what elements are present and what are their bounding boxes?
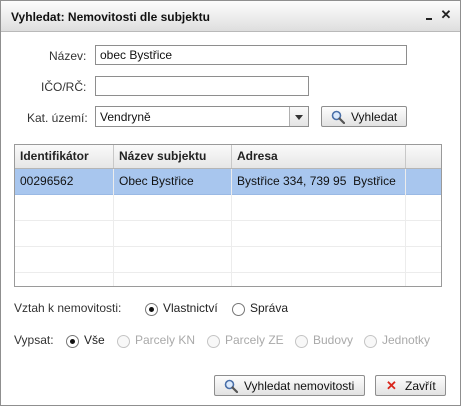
radio-vse-label[interactable]: Vše bbox=[84, 333, 105, 347]
radio-jednotky[interactable] bbox=[364, 335, 377, 348]
radio-parcely-kn[interactable] bbox=[117, 335, 130, 348]
col-header-adresa[interactable]: Adresa bbox=[232, 145, 406, 168]
name-label: Název: bbox=[49, 49, 87, 63]
kat-select-value: Vendryně bbox=[100, 110, 151, 124]
radio-sprava-label[interactable]: Správa bbox=[250, 301, 288, 315]
search-properties-label: Vyhledat nemovitosti bbox=[244, 379, 355, 393]
title-bar: Vyhledat: Nemovitosti dle subjektu ✕ bbox=[1, 1, 460, 32]
close-button[interactable]: ✕ Zavřít bbox=[375, 375, 446, 396]
cell-name: Obec Bystřice bbox=[119, 174, 194, 188]
table-row-empty bbox=[15, 195, 441, 221]
radio-vlastnictvi[interactable] bbox=[145, 303, 158, 316]
kat-select[interactable]: Vendryně bbox=[95, 106, 309, 127]
ico-input[interactable] bbox=[95, 76, 309, 96]
minimize-icon[interactable] bbox=[421, 7, 437, 23]
search-icon bbox=[331, 110, 345, 124]
results-grid: Identifikátor Název subjektu Adresa 0029… bbox=[14, 144, 442, 287]
search-button[interactable]: Vyhledat bbox=[321, 106, 407, 127]
close-x-icon: ✕ bbox=[386, 378, 397, 393]
name-input[interactable] bbox=[95, 45, 407, 65]
radio-vse[interactable] bbox=[66, 335, 79, 348]
col-header-identifikator[interactable]: Identifikátor bbox=[15, 145, 114, 168]
radio-parcely-ze[interactable] bbox=[207, 335, 220, 348]
radio-sprava[interactable] bbox=[232, 303, 245, 316]
radio-parcely-kn-label[interactable]: Parcely KN bbox=[135, 333, 195, 347]
dialog-title: Vyhledat: Nemovitosti dle subjektu bbox=[11, 10, 210, 24]
search-icon bbox=[224, 379, 238, 393]
relation-label: Vztah k nemovitosti: bbox=[14, 301, 122, 315]
grid-divider bbox=[113, 169, 114, 286]
radio-budovy-label[interactable]: Budovy bbox=[313, 333, 353, 347]
table-row-empty bbox=[15, 221, 441, 247]
list-label: Vypsat: bbox=[14, 333, 54, 347]
search-button-label: Vyhledat bbox=[351, 110, 398, 124]
grid-divider bbox=[405, 169, 406, 286]
table-row[interactable]: 00296562 Obec Bystřice Bystřice 334, 739… bbox=[15, 169, 441, 195]
radio-budovy[interactable] bbox=[295, 335, 308, 348]
cell-id: 00296562 bbox=[20, 174, 74, 188]
ico-label: IČO/RČ: bbox=[41, 80, 87, 94]
radio-vlastnictvi-label[interactable]: Vlastnictví bbox=[163, 301, 218, 315]
search-properties-button[interactable]: Vyhledat nemovitosti bbox=[214, 375, 365, 396]
chevron-down-icon[interactable] bbox=[289, 107, 308, 126]
search-dialog: Vyhledat: Nemovitosti dle subjektu ✕ Náz… bbox=[0, 0, 461, 406]
table-row-empty bbox=[15, 247, 441, 273]
radio-jednotky-label[interactable]: Jednotky bbox=[382, 333, 430, 347]
col-header-nazev[interactable]: Název subjektu bbox=[114, 145, 232, 168]
grid-header: Identifikátor Název subjektu Adresa bbox=[15, 145, 441, 169]
grid-divider bbox=[231, 169, 232, 286]
close-button-label: Zavřít bbox=[405, 379, 436, 393]
radio-parcely-ze-label[interactable]: Parcely ZE bbox=[225, 333, 284, 347]
close-icon[interactable]: ✕ bbox=[438, 7, 454, 23]
cell-address: Bystřice 334, 739 95 Bystřice bbox=[237, 174, 396, 188]
kat-label: Kat. území: bbox=[27, 111, 88, 125]
